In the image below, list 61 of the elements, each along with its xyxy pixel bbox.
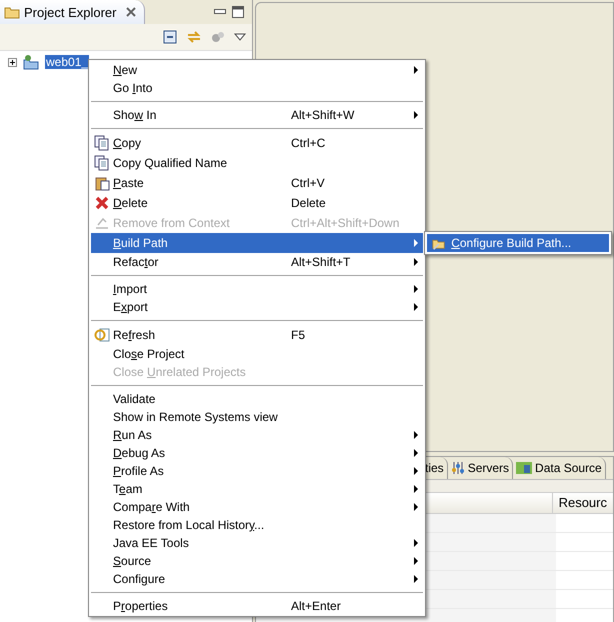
close-icon[interactable] <box>126 7 136 17</box>
menu-item[interactable]: Run As <box>91 426 423 444</box>
view-title: Project Explorer <box>24 4 116 20</box>
submenu-arrow-icon <box>414 575 418 583</box>
refresh-icon <box>94 327 110 343</box>
map-icon <box>516 461 532 475</box>
menu-item[interactable]: Paste Ctrl+V <box>91 173 423 193</box>
tree-item[interactable]: web01_ <box>45 55 90 69</box>
view-menu-icon[interactable] <box>234 33 246 41</box>
menu-item[interactable]: Team <box>91 480 423 498</box>
maximize-icon[interactable] <box>232 6 244 18</box>
submenu-arrow-icon <box>414 467 418 475</box>
submenu-arrow-icon <box>414 111 418 119</box>
menu-item[interactable]: Import <box>91 280 423 298</box>
submenu-arrow-icon <box>414 449 418 457</box>
clipboard-icon <box>94 175 110 191</box>
project-icon <box>23 54 39 70</box>
column-header[interactable]: Resourc <box>552 493 613 513</box>
menu-item[interactable]: Copy Qualified Name <box>91 153 423 173</box>
menu-item[interactable]: Configure <box>91 570 423 588</box>
menu-item[interactable]: Go Into <box>91 79 423 97</box>
menu-item[interactable]: Java EE Tools <box>91 534 423 552</box>
menu-item[interactable]: New <box>91 61 423 79</box>
submenu-arrow-icon <box>414 285 418 293</box>
sliders-icon <box>450 461 465 475</box>
menu-item[interactable]: Profile As <box>91 462 423 480</box>
menu-item[interactable]: Properties Alt+Enter <box>91 597 423 615</box>
menu-item[interactable]: Show in Remote Systems view <box>91 408 423 426</box>
submenu-arrow-icon <box>414 503 418 511</box>
submenu-arrow-icon <box>414 485 418 493</box>
menu-item[interactable]: Debug As <box>91 444 423 462</box>
submenu-arrow-icon <box>414 66 418 74</box>
menu-item[interactable]: Delete Delete <box>91 193 423 213</box>
panel-tab[interactable]: Data Source <box>513 457 606 479</box>
view-tab[interactable]: Project Explorer <box>0 0 146 24</box>
submenu-arrow-icon <box>414 239 418 247</box>
menu-item[interactable]: Compare With <box>91 498 423 516</box>
menu-item[interactable]: Restore from Local History... <box>91 516 423 534</box>
remove-icon <box>94 215 110 231</box>
menu-item[interactable]: Refactor Alt+Shift+T <box>91 253 423 271</box>
collapse-all-icon[interactable] <box>162 29 178 45</box>
submenu-arrow-icon <box>414 303 418 311</box>
submenu-arrow-icon <box>414 431 418 439</box>
menu-item[interactable]: Validate <box>91 390 423 408</box>
menu-item[interactable]: Show In Alt+Shift+W <box>91 106 423 124</box>
submenu-arrow-icon <box>414 557 418 565</box>
expand-icon[interactable] <box>8 58 17 66</box>
minimize-icon[interactable] <box>214 9 226 15</box>
delete-icon <box>94 195 110 211</box>
menu-item[interactable]: Build Path <box>91 233 423 253</box>
panel-tab[interactable]: Servers <box>448 457 514 479</box>
copy-icon <box>94 135 110 151</box>
menu-item[interactable]: Copy Ctrl+C <box>91 133 423 153</box>
menu-item[interactable]: Configure Build Path... <box>427 234 609 252</box>
submenu-arrow-icon <box>414 539 418 547</box>
menu-item[interactable]: Close Project <box>91 345 423 363</box>
menu-item[interactable]: Source <box>91 552 423 570</box>
submenu-arrow-icon <box>414 258 418 266</box>
menu-item[interactable]: Export <box>91 298 423 316</box>
copy-icon <box>94 155 110 171</box>
menu-item[interactable]: Refresh F5 <box>91 325 423 345</box>
